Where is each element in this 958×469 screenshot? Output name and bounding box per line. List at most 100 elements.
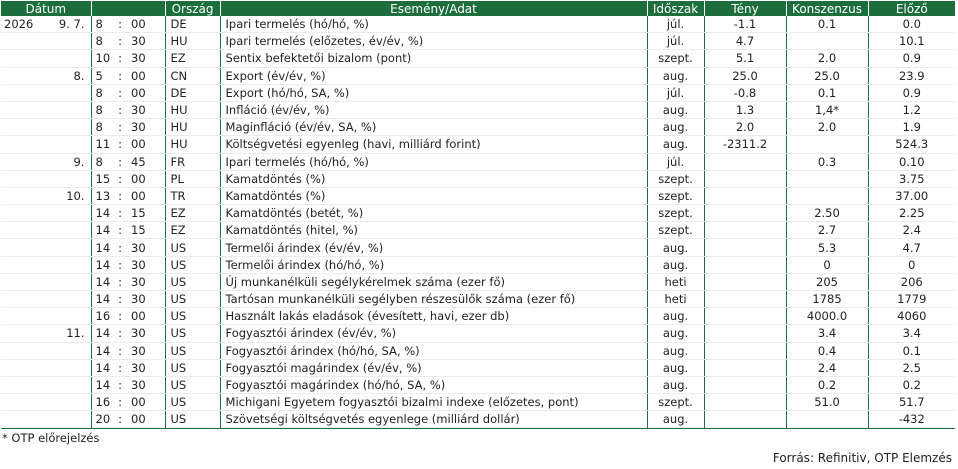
event-name: Kamatdöntés (%): [220, 170, 648, 188]
time-separator: :: [113, 359, 127, 377]
actual-value: [704, 324, 787, 343]
consensus-value: 2.50: [786, 204, 869, 223]
date-year: [1, 101, 39, 120]
time-hour: 20: [91, 410, 113, 429]
time-minute: 15: [127, 221, 166, 240]
time-hour: 14: [91, 204, 113, 223]
time-minute: 30: [127, 324, 166, 343]
actual-value: [704, 410, 787, 429]
header-period: Időszak: [647, 1, 705, 16]
time-minute: 45: [127, 153, 166, 171]
country-code: US: [165, 273, 221, 292]
country-code: HU: [165, 101, 221, 120]
actual-value: 25.0: [704, 67, 787, 85]
date-month-day: [39, 238, 92, 257]
consensus-value: 1785: [786, 290, 869, 309]
date-year: [1, 393, 39, 412]
event-name: Fogyasztói árindex (hó/hó, SA, %): [220, 342, 648, 360]
event-name: Termelői árindex (év/év, %): [220, 238, 648, 257]
date-month-day: 8.: [39, 67, 92, 85]
actual-value: 5.1: [704, 49, 787, 68]
time-separator: :: [113, 84, 127, 102]
consensus-value: 3.4: [786, 324, 869, 343]
previous-value: 3.75: [868, 170, 956, 188]
table-row: 8. 5:00 CN Export (év/év, %) aug. 25.0 25.0 23.…: [1, 67, 956, 85]
actual-value: [704, 221, 787, 240]
date-month-day: [39, 101, 92, 120]
date-year: [1, 49, 39, 68]
date-year: [1, 135, 39, 154]
time-hour: 11: [91, 135, 113, 154]
time-hour: 10: [91, 49, 113, 68]
time-hour: 13: [91, 187, 113, 206]
consensus-value: 2.0: [786, 118, 869, 137]
consensus-value: 5.3: [786, 238, 869, 257]
event-name: Sentix befektetői bizalom (pont): [220, 49, 648, 68]
time-separator: :: [113, 16, 127, 34]
time-minute: 00: [127, 187, 166, 206]
time-hour: 14: [91, 324, 113, 343]
date-year: [1, 307, 39, 326]
time-minute: 00: [127, 84, 166, 102]
header-event: Esemény/Adat: [220, 1, 648, 16]
table-row: 14:15 EZ Kamatdöntés (betét, %) szept. 2.50 2…: [1, 204, 956, 223]
time-separator: :: [113, 393, 127, 412]
source-note: Forrás: Refinitiv, OTP Elemzés: [772, 451, 952, 465]
time-minute: 00: [127, 135, 166, 154]
period: aug.: [647, 376, 705, 395]
period: aug.: [647, 359, 705, 377]
time-separator: :: [113, 170, 127, 188]
header-actual: Tény: [704, 1, 787, 16]
actual-value: [704, 376, 787, 395]
event-name: Kamatdöntés (hitel, %): [220, 221, 648, 240]
event-name: Fogyasztói magárindex (év/év, %): [220, 359, 648, 377]
country-code: US: [165, 376, 221, 395]
country-code: DE: [165, 16, 221, 34]
time-separator: :: [113, 307, 127, 326]
period: szept.: [647, 49, 705, 68]
table-row: 14:30 US Fogyasztói árindex (hó/hó, SA, %)…: [1, 342, 956, 360]
period: júl.: [647, 84, 705, 102]
date-month-day: [39, 342, 92, 360]
time-separator: :: [113, 153, 127, 171]
previous-value: 2.4: [868, 221, 956, 240]
header-consensus: Konszenzus: [786, 1, 869, 16]
country-code: US: [165, 342, 221, 360]
time-hour: 8: [91, 32, 113, 51]
period: aug.: [647, 307, 705, 326]
country-code: FR: [165, 153, 221, 171]
actual-value: [704, 290, 787, 309]
country-code: US: [165, 393, 221, 412]
consensus-value: 51.0: [786, 393, 869, 412]
period: szept.: [647, 187, 705, 206]
time-separator: :: [113, 67, 127, 85]
consensus-value: 0.1: [786, 16, 869, 34]
previous-value: 37.00: [868, 187, 956, 206]
date-month-day: [39, 359, 92, 377]
time-hour: 14: [91, 238, 113, 257]
previous-value: 0.9: [868, 84, 956, 102]
table-row: 16:00 US Használt lakás eladások (évesítet…: [1, 307, 956, 326]
consensus-value: 2.0: [786, 49, 869, 68]
country-code: US: [165, 307, 221, 326]
table-row: 9. 8:45 FR Ipari termelés (hó/hó, %) júl. 0.3…: [1, 153, 956, 171]
time-minute: 30: [127, 118, 166, 137]
time-hour: 5: [91, 67, 113, 85]
time-separator: :: [113, 273, 127, 292]
table-row: 10:30 EZ Sentix befektetői bizalom (pont) s…: [1, 49, 956, 68]
consensus-value: 205: [786, 273, 869, 292]
date-year: [1, 187, 39, 206]
time-minute: 00: [127, 393, 166, 412]
actual-value: [704, 204, 787, 223]
previous-value: 10.1: [868, 32, 956, 51]
table-row: 20:00 US Szövetségi költségvetés egyenlege…: [1, 410, 956, 429]
consensus-value: [786, 187, 869, 206]
date-year: [1, 238, 39, 257]
table-row: 14:30 US Tartósan munkanélküli segélyben r…: [1, 290, 956, 309]
time-minute: 00: [127, 170, 166, 188]
time-separator: :: [113, 238, 127, 257]
consensus-value: 0.3: [786, 153, 869, 171]
period: heti: [647, 290, 705, 309]
date-year: [1, 324, 39, 343]
time-hour: 14: [91, 221, 113, 240]
